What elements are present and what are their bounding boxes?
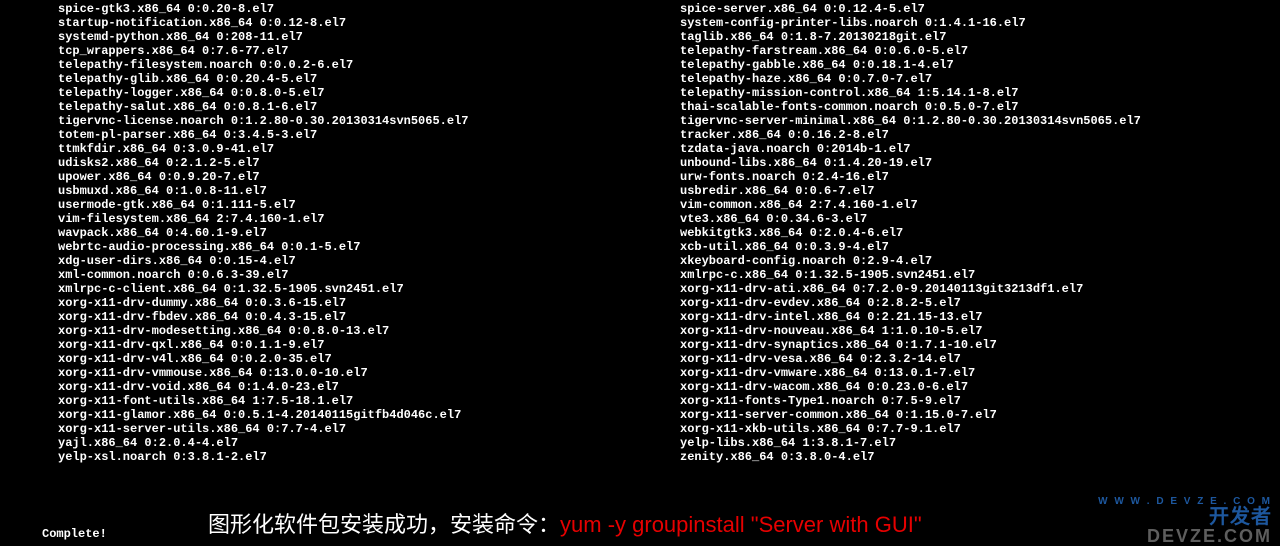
package-line: spice-gtk3.x86_64 0:0.20-8.el7 bbox=[58, 2, 680, 16]
package-line: xorg-x11-drv-wacom.x86_64 0:0.23.0-6.el7 bbox=[680, 380, 1141, 394]
package-line: xorg-x11-drv-qxl.x86_64 0:0.1.1-9.el7 bbox=[58, 338, 680, 352]
package-line: telepathy-mission-control.x86_64 1:5.14.… bbox=[680, 86, 1141, 100]
package-line: spice-server.x86_64 0:0.12.4-5.el7 bbox=[680, 2, 1141, 16]
package-line: telepathy-salut.x86_64 0:0.8.1-6.el7 bbox=[58, 100, 680, 114]
package-line: xorg-x11-drv-modesetting.x86_64 0:0.8.0-… bbox=[58, 324, 680, 338]
package-line: zenity.x86_64 0:3.8.0-4.el7 bbox=[680, 450, 1141, 464]
package-line: tigervnc-server-minimal.x86_64 0:1.2.80-… bbox=[680, 114, 1141, 128]
package-line: webkitgtk3.x86_64 0:2.0.4-6.el7 bbox=[680, 226, 1141, 240]
package-line: xorg-x11-server-common.x86_64 0:1.15.0-7… bbox=[680, 408, 1141, 422]
package-line: telepathy-filesystem.noarch 0:0.0.2-6.el… bbox=[58, 58, 680, 72]
package-line: xorg-x11-drv-ati.x86_64 0:7.2.0-9.201401… bbox=[680, 282, 1141, 296]
package-line: xorg-x11-drv-void.x86_64 0:1.4.0-23.el7 bbox=[58, 380, 680, 394]
package-line: tigervnc-license.noarch 0:1.2.80-0.30.20… bbox=[58, 114, 680, 128]
package-line: urw-fonts.noarch 0:2.4-16.el7 bbox=[680, 170, 1141, 184]
annotation-label: 图形化软件包安装成功，安装命令： bbox=[208, 512, 560, 537]
package-line: xml-common.noarch 0:0.6.3-39.el7 bbox=[58, 268, 680, 282]
watermark-bottom: DEVZE.COM bbox=[1098, 527, 1272, 545]
package-column-right: spice-server.x86_64 0:0.12.4-5.el7system… bbox=[680, 2, 1141, 464]
package-line: usbmuxd.x86_64 0:1.0.8-11.el7 bbox=[58, 184, 680, 198]
package-line: yelp-xsl.noarch 0:3.8.1-2.el7 bbox=[58, 450, 680, 464]
package-line: totem-pl-parser.x86_64 0:3.4.5-3.el7 bbox=[58, 128, 680, 142]
package-line: xorg-x11-server-utils.x86_64 0:7.7-4.el7 bbox=[58, 422, 680, 436]
annotation-command: yum -y groupinstall "Server with GUI" bbox=[560, 512, 922, 537]
package-line: wavpack.x86_64 0:4.60.1-9.el7 bbox=[58, 226, 680, 240]
package-line: upower.x86_64 0:0.9.20-7.el7 bbox=[58, 170, 680, 184]
package-line: xkeyboard-config.noarch 0:2.9-4.el7 bbox=[680, 254, 1141, 268]
package-line: xcb-util.x86_64 0:0.3.9-4.el7 bbox=[680, 240, 1141, 254]
package-line: ttmkfdir.x86_64 0:3.0.9-41.el7 bbox=[58, 142, 680, 156]
package-line: xorg-x11-drv-dummy.x86_64 0:0.3.6-15.el7 bbox=[58, 296, 680, 310]
package-line: tcp_wrappers.x86_64 0:7.6-77.el7 bbox=[58, 44, 680, 58]
package-line: vim-filesystem.x86_64 2:7.4.160-1.el7 bbox=[58, 212, 680, 226]
package-line: xdg-user-dirs.x86_64 0:0.15-4.el7 bbox=[58, 254, 680, 268]
package-line: xmlrpc-c-client.x86_64 0:1.32.5-1905.svn… bbox=[58, 282, 680, 296]
package-line: telepathy-farstream.x86_64 0:0.6.0-5.el7 bbox=[680, 44, 1141, 58]
package-line: vim-common.x86_64 2:7.4.160-1.el7 bbox=[680, 198, 1141, 212]
package-line: xorg-x11-drv-v4l.x86_64 0:0.2.0-35.el7 bbox=[58, 352, 680, 366]
package-line: xorg-x11-drv-vmware.x86_64 0:13.0.1-7.el… bbox=[680, 366, 1141, 380]
watermark-top: 开发者 bbox=[1098, 507, 1272, 527]
package-line: xmlrpc-c.x86_64 0:1.32.5-1905.svn2451.el… bbox=[680, 268, 1141, 282]
package-line: xorg-x11-drv-vesa.x86_64 0:2.3.2-14.el7 bbox=[680, 352, 1141, 366]
package-line: tzdata-java.noarch 0:2014b-1.el7 bbox=[680, 142, 1141, 156]
package-line: telepathy-haze.x86_64 0:0.7.0-7.el7 bbox=[680, 72, 1141, 86]
package-column-left: spice-gtk3.x86_64 0:0.20-8.el7startup-no… bbox=[0, 2, 680, 464]
package-line: thai-scalable-fonts-common.noarch 0:0.5.… bbox=[680, 100, 1141, 114]
package-line: tracker.x86_64 0:0.16.2-8.el7 bbox=[680, 128, 1141, 142]
package-line: vte3.x86_64 0:0.34.6-3.el7 bbox=[680, 212, 1141, 226]
package-line: telepathy-gabble.x86_64 0:0.18.1-4.el7 bbox=[680, 58, 1141, 72]
package-line: startup-notification.x86_64 0:0.12-8.el7 bbox=[58, 16, 680, 30]
package-line: usermode-gtk.x86_64 0:1.111-5.el7 bbox=[58, 198, 680, 212]
package-line: udisks2.x86_64 0:2.1.2-5.el7 bbox=[58, 156, 680, 170]
package-line: xorg-x11-xkb-utils.x86_64 0:7.7-9.1.el7 bbox=[680, 422, 1141, 436]
package-line: xorg-x11-drv-fbdev.x86_64 0:0.4.3-15.el7 bbox=[58, 310, 680, 324]
package-line: yelp-libs.x86_64 1:3.8.1-7.el7 bbox=[680, 436, 1141, 450]
package-line: xorg-x11-drv-intel.x86_64 0:2.21.15-13.e… bbox=[680, 310, 1141, 324]
annotation-text: 图形化软件包安装成功，安装命令：yum -y groupinstall "Ser… bbox=[208, 507, 922, 539]
package-line: system-config-printer-libs.noarch 0:1.4.… bbox=[680, 16, 1141, 30]
package-line: yajl.x86_64 0:2.0.4-4.el7 bbox=[58, 436, 680, 450]
package-line: webrtc-audio-processing.x86_64 0:0.1-5.e… bbox=[58, 240, 680, 254]
package-line: systemd-python.x86_64 0:208-11.el7 bbox=[58, 30, 680, 44]
package-line: unbound-libs.x86_64 0:1.4.20-19.el7 bbox=[680, 156, 1141, 170]
package-line: xorg-x11-glamor.x86_64 0:0.5.1-4.2014011… bbox=[58, 408, 680, 422]
watermark: W W W . D E V Z E . C O M 开发者 DEVZE.COM bbox=[1098, 497, 1272, 545]
package-line: usbredir.x86_64 0:0.6-7.el7 bbox=[680, 184, 1141, 198]
package-line: xorg-x11-drv-nouveau.x86_64 1:1.0.10-5.e… bbox=[680, 324, 1141, 338]
package-line: taglib.x86_64 0:1.8-7.20130218git.el7 bbox=[680, 30, 1141, 44]
complete-message: Complete! bbox=[42, 527, 107, 541]
package-line: xorg-x11-drv-vmmouse.x86_64 0:13.0.0-10.… bbox=[58, 366, 680, 380]
package-line: xorg-x11-fonts-Type1.noarch 0:7.5-9.el7 bbox=[680, 394, 1141, 408]
package-line: xorg-x11-drv-synaptics.x86_64 0:1.7.1-10… bbox=[680, 338, 1141, 352]
terminal-output: spice-gtk3.x86_64 0:0.20-8.el7startup-no… bbox=[0, 0, 1280, 464]
package-line: xorg-x11-font-utils.x86_64 1:7.5-18.1.el… bbox=[58, 394, 680, 408]
package-line: telepathy-logger.x86_64 0:0.8.0-5.el7 bbox=[58, 86, 680, 100]
package-line: xorg-x11-drv-evdev.x86_64 0:2.8.2-5.el7 bbox=[680, 296, 1141, 310]
package-line: telepathy-glib.x86_64 0:0.20.4-5.el7 bbox=[58, 72, 680, 86]
